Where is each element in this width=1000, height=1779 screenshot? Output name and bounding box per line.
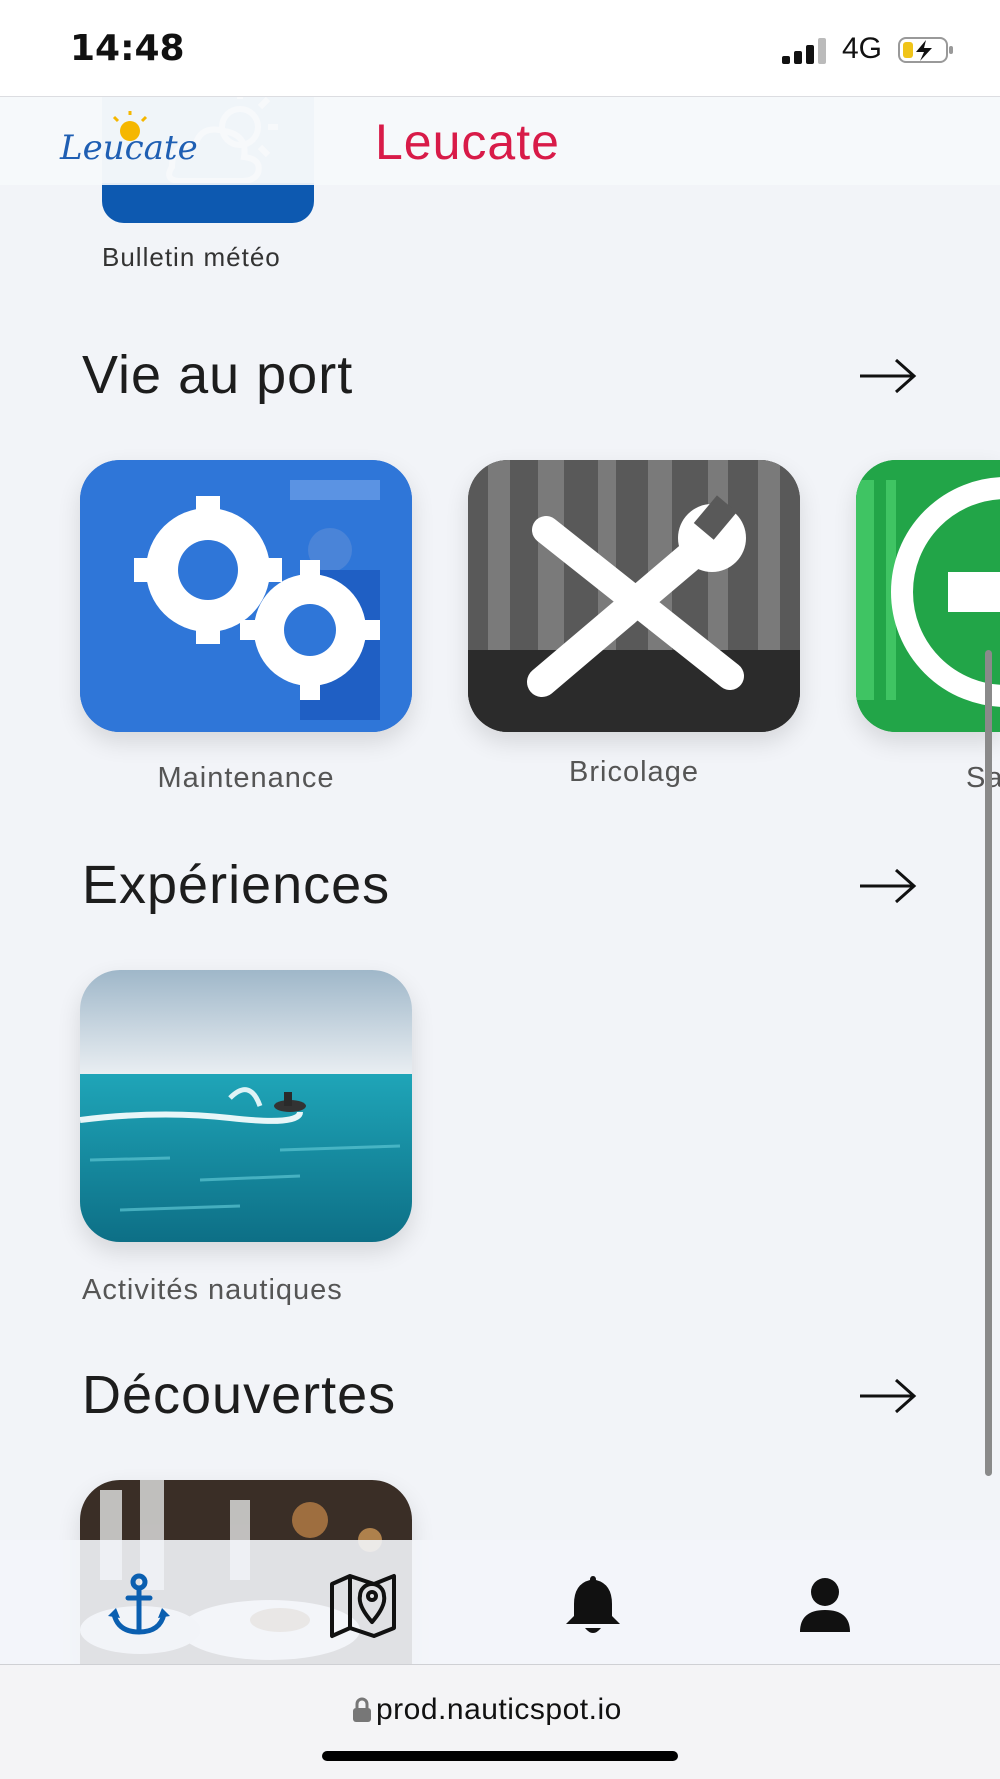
anchor-icon[interactable] — [104, 1570, 174, 1640]
gears-icon — [80, 460, 412, 732]
tile-caption-sante: Sa — [966, 762, 1000, 794]
app-header: Leucate Leucate — [0, 97, 1000, 185]
tile-caption-activites-nautiques: Activités nautiques — [82, 1274, 343, 1306]
jet-ski-photo — [80, 970, 412, 1242]
weather-tile-band — [102, 183, 314, 223]
leucate-logo[interactable]: Leucate — [58, 109, 268, 175]
user-icon[interactable] — [790, 1570, 860, 1640]
status-bar: 14:48 4G — [0, 0, 1000, 97]
signal-icon — [782, 38, 832, 64]
tile-caption-bricolage: Bricolage — [569, 756, 699, 788]
url-text[interactable]: prod.nauticspot.io — [376, 1693, 622, 1727]
network-label: 4G — [842, 32, 883, 65]
tile-caption-maintenance: Maintenance — [157, 762, 335, 794]
bell-icon[interactable] — [558, 1570, 628, 1640]
lock-icon — [353, 1697, 371, 1722]
tile-bricolage[interactable] — [468, 460, 800, 732]
page-title: Leucate — [375, 114, 560, 170]
section-title-vie-au-port: Vie au port — [82, 345, 354, 405]
section-title-decouvertes: Découvertes — [82, 1365, 397, 1425]
tile-activites-nautiques[interactable] — [80, 970, 412, 1242]
bottom-nav — [0, 1540, 1000, 1664]
map-pin-icon[interactable] — [328, 1570, 398, 1640]
scrollbar[interactable] — [985, 650, 992, 1476]
logo-text: Leucate — [59, 128, 198, 168]
section-title-experiences: Expériences — [82, 855, 391, 915]
tools-icon — [468, 460, 800, 732]
weather-caption[interactable]: Bulletin météo — [102, 242, 281, 273]
home-indicator[interactable] — [322, 1751, 678, 1761]
battery-charging-icon — [898, 37, 953, 63]
tile-sante[interactable] — [856, 460, 1000, 732]
arrow-right-icon[interactable] — [858, 866, 918, 906]
browser-url-bar[interactable]: prod.nauticspot.io — [0, 1664, 1000, 1779]
pharmacy-cross-icon — [856, 460, 1000, 732]
status-time: 14:48 — [70, 28, 185, 69]
arrow-right-icon[interactable] — [858, 1376, 918, 1416]
arrow-right-icon[interactable] — [858, 356, 918, 396]
tile-maintenance[interactable] — [80, 460, 412, 732]
